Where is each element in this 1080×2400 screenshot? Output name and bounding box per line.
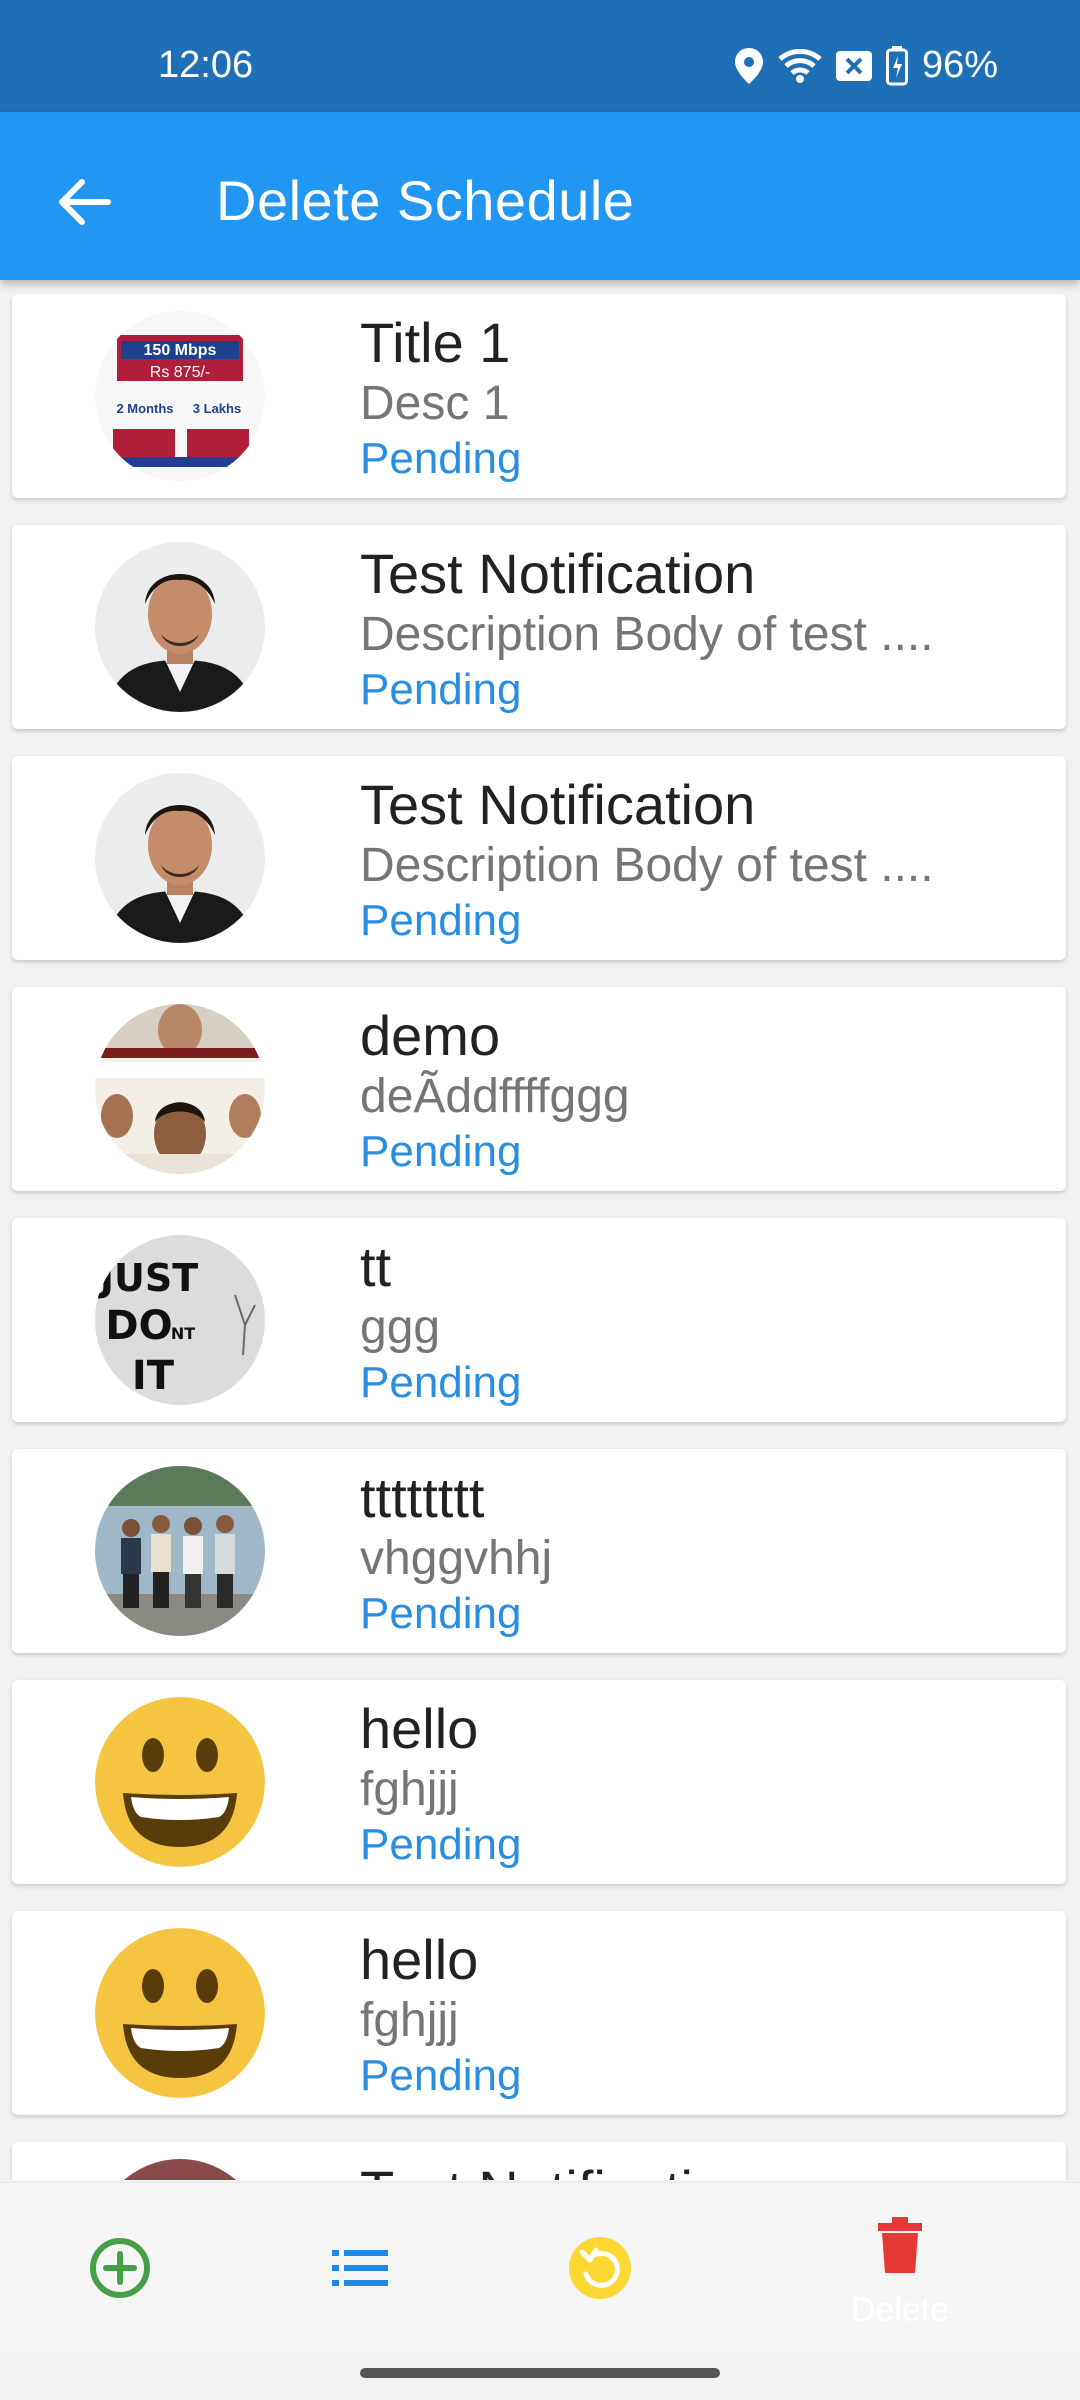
item-status: Pending — [360, 1127, 522, 1176]
add-circle-icon — [90, 2238, 150, 2298]
list-item[interactable]: Test Notification Description Body of te… — [12, 756, 1066, 960]
status-time: 12:06 — [158, 44, 254, 86]
item-title: tt — [360, 1235, 392, 1298]
page-title: Delete Schedule — [216, 169, 635, 232]
item-description: fghjjj — [360, 1994, 459, 2047]
status-bar: 12:06 96% — [0, 0, 1080, 112]
arrow-back-icon — [59, 179, 111, 225]
item-description: Description Body of test .... — [360, 608, 934, 661]
item-status: Pending — [360, 2051, 522, 2100]
item-title: demo — [360, 1004, 501, 1067]
list-item[interactable]: JUST DO NT IT tt ggg Pending — [12, 1218, 1066, 1422]
trash-icon — [878, 2217, 922, 2273]
smiley-emoji-image — [95, 1697, 265, 1867]
man-portrait-image — [95, 2159, 265, 2180]
list-item[interactable]: hello fghjjj Pending — [12, 1680, 1066, 1884]
svg-text:150 Mbps: 150 Mbps — [144, 342, 217, 359]
svg-text:IT: IT — [132, 1353, 175, 1399]
item-title: Test Notification — [360, 773, 756, 836]
item-description: ggg — [360, 1301, 441, 1354]
delete-label: Delete — [850, 2291, 950, 2329]
add-button[interactable] — [40, 2183, 200, 2353]
list-button[interactable] — [280, 2183, 440, 2353]
battery-percent: 96% — [921, 44, 998, 86]
refresh-button[interactable] — [520, 2183, 680, 2353]
item-title: Test Notification — [360, 542, 756, 605]
item-status: Pending — [360, 665, 522, 714]
svg-text:DO: DO — [105, 1303, 172, 1349]
item-title: Test Notification — [360, 2158, 755, 2180]
bottom-navigation: Delete — [0, 2182, 1080, 2353]
svg-text:JUST: JUST — [97, 1256, 198, 1300]
item-description: fghjjj — [360, 1763, 459, 1816]
item-title: Title 1 — [360, 311, 511, 374]
man-portrait-image — [95, 773, 265, 943]
item-status: Pending — [360, 1820, 522, 1869]
just-do-it-image: JUST DO NT IT — [95, 1235, 265, 1405]
delete-button[interactable]: Delete — [820, 2183, 980, 2353]
svg-text:2 Months: 2 Months — [116, 401, 173, 416]
item-status: Pending — [360, 896, 522, 945]
sim-off-icon — [835, 50, 872, 81]
item-title: hello — [360, 1928, 479, 1991]
list-item[interactable]: hello fghjjj Pending — [12, 1911, 1066, 2115]
item-status: Pending — [360, 1358, 522, 1407]
group-photo-image — [95, 1466, 265, 1636]
item-description: vhggvhhj — [360, 1532, 553, 1585]
item-description: deÃddffffggg — [360, 1070, 630, 1123]
refresh-icon — [569, 2237, 631, 2299]
list-item[interactable]: Test Notification Description Body of te… — [12, 525, 1066, 729]
wifi-icon — [778, 48, 822, 83]
man-portrait-image — [95, 542, 265, 712]
list-item[interactable]: 150 Mbps Rs 875/- 2 Months 3 Lakhs Title… — [12, 294, 1066, 498]
item-title: tttttttt — [360, 1466, 485, 1529]
location-icon — [734, 47, 764, 84]
item-title: hello — [360, 1697, 479, 1760]
item-status: Pending — [360, 1589, 522, 1638]
svg-text:3 Lakhs: 3 Lakhs — [193, 401, 241, 416]
item-status: Pending — [360, 434, 522, 483]
list-item[interactable]: demo deÃddffffggg Pending — [12, 987, 1066, 1191]
item-description: Description Body of test .... — [360, 839, 934, 892]
smiley-emoji-image — [95, 1928, 265, 2098]
list-item[interactable]: tttttttt vhggvhhj Pending — [12, 1449, 1066, 1653]
status-icons: 96% — [734, 44, 998, 87]
schedule-list[interactable]: 150 Mbps Rs 875/- 2 Months 3 Lakhs Title… — [0, 280, 1080, 2180]
list-icon — [332, 2250, 388, 2286]
home-indicator[interactable] — [360, 2368, 720, 2378]
back-button[interactable] — [48, 166, 120, 238]
actors-collage-image — [95, 1004, 265, 1174]
app-root: 12:06 96% Delete Schedule 150 Mbps Rs 87… — [0, 0, 1080, 2400]
svg-text:NT: NT — [171, 1324, 195, 1343]
app-bar: Delete Schedule — [0, 112, 1080, 280]
list-item[interactable]: Test Notification — [12, 2142, 1066, 2180]
item-description: Desc 1 — [360, 377, 510, 430]
svg-text:Rs 875/-: Rs 875/- — [150, 364, 210, 381]
ad-banner-image: 150 Mbps Rs 875/- 2 Months 3 Lakhs — [95, 311, 265, 481]
battery-icon — [885, 45, 908, 86]
